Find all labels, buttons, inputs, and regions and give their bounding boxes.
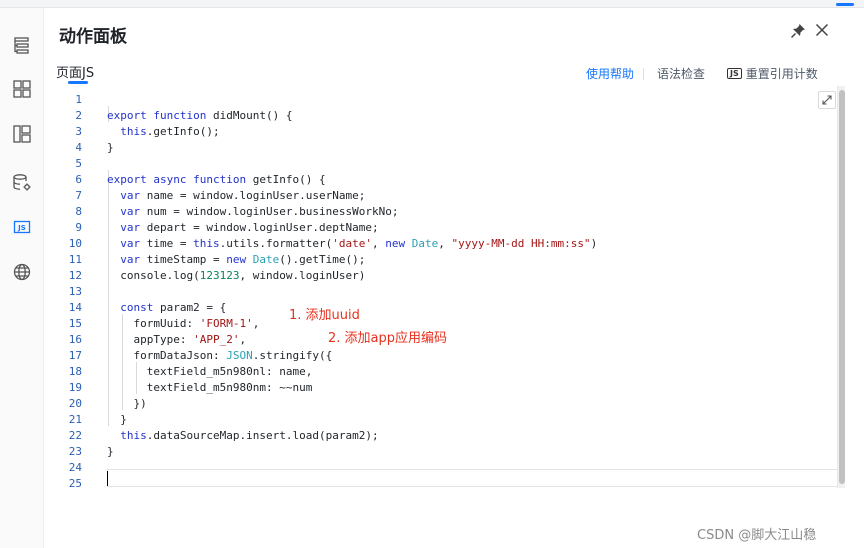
annotation-add-uuid: 1. 添加uuid: [289, 308, 360, 323]
sidebar-item-i18n[interactable]: [7, 257, 37, 287]
line-number: 20: [68, 397, 82, 410]
sidebar: JS: [0, 8, 44, 548]
line-number: 24: [68, 461, 82, 474]
code-line: formDataJson: JSON.stringify({: [133, 349, 333, 362]
annotation-add-app-code: 2. 添加app应用编码: [328, 331, 448, 346]
js-icon: JS: [13, 220, 31, 234]
text-cursor: [107, 471, 108, 486]
code-line: textField_m5n980nm: ~~num: [146, 381, 313, 394]
fullscreen-button[interactable]: [818, 91, 836, 109]
datasource-settings-icon: [13, 174, 31, 191]
tab-page-js[interactable]: 页面JS: [56, 62, 94, 81]
line-number: 5: [75, 157, 82, 170]
help-link[interactable]: 使用帮助: [586, 65, 634, 82]
code-line: var timeStamp = new Date().getTime();: [120, 253, 366, 266]
line-number: 3: [75, 125, 82, 138]
code-line: var name = window.loginUser.userName;: [120, 189, 366, 202]
code-line: export function didMount() {: [107, 109, 293, 122]
expand-icon: [822, 95, 832, 105]
line-number: 21: [68, 413, 82, 426]
line-number: 15: [68, 317, 82, 330]
line-number: 2: [75, 109, 82, 122]
code-line: var time = this.utils.formatter('date', …: [120, 237, 598, 250]
scrollbar-thumb[interactable]: [839, 90, 845, 484]
code-line: export async function getInfo() {: [107, 173, 326, 186]
pin-icon: [790, 24, 805, 39]
code-editor[interactable]: 1 2 3 4 5 6 7 8 9 10 11 12 13 14 15 16 17 18 19 20 21 22 23 24 2…: [60, 88, 844, 548]
panel-title: 动作面板: [59, 27, 127, 47]
line-number: 6: [75, 173, 82, 186]
code-line: }: [107, 445, 114, 458]
close-button[interactable]: [813, 21, 831, 39]
top-bar-accent: [836, 3, 854, 6]
code-line: formUuid: 'FORM-1',: [133, 317, 260, 330]
code-line: var num = window.loginUser.businessWorkN…: [120, 205, 399, 218]
js-badge-icon: JS: [727, 68, 742, 79]
code-line: const param2 = {: [120, 301, 227, 314]
sidebar-item-components[interactable]: [7, 74, 37, 104]
line-number: 7: [75, 189, 82, 202]
tab-active-indicator: [68, 81, 88, 84]
code-line: this.getInfo();: [120, 125, 220, 138]
syntax-check-button[interactable]: 语法检查: [657, 65, 705, 82]
watermark: CSDN @脚大江山稳: [697, 528, 817, 543]
line-number: 16: [68, 333, 82, 346]
line-number: 14: [68, 301, 82, 314]
layout-icon: [13, 125, 31, 143]
line-number: 25: [68, 477, 82, 490]
line-number: 1: [75, 93, 82, 106]
code-line: }): [107, 397, 147, 410]
code-line: textField_m5n980nl: name,: [146, 365, 313, 378]
code-line: var depart = window.loginUser.deptName;: [120, 221, 379, 234]
line-number: 23: [68, 445, 82, 458]
close-icon: [815, 23, 829, 37]
code-line: }: [107, 141, 114, 154]
pin-button[interactable]: [789, 22, 807, 40]
js-icon-label: JS: [17, 224, 26, 232]
action-panel: 动作面板 页面JS 使用帮助 语法检查 JS 重置引用计数 1234567891…: [45, 8, 864, 548]
code-line: }: [107, 413, 127, 426]
code-line: this.dataSourceMap.insert.load(param2);: [120, 429, 379, 442]
line-number: 9: [75, 221, 82, 234]
code-line: appType: 'APP_2',: [133, 333, 247, 346]
toolbar-divider: [643, 68, 644, 80]
line-number: 13: [68, 285, 82, 298]
line-number: 4: [75, 141, 82, 154]
current-line-highlight: [107, 469, 844, 487]
reset-ref-count-button[interactable]: JS 重置引用计数: [727, 65, 818, 82]
sidebar-item-datasource[interactable]: [7, 168, 37, 198]
top-bar: [0, 0, 864, 8]
line-number: 22: [68, 429, 82, 442]
line-number: 10: [68, 237, 82, 250]
line-number-gutter: 1 2 3 4 5 6 7 8 9 10 11 12 13 14 15 16 17 18 19 20 21 22 23 24 2…: [60, 88, 88, 548]
line-number: 18: [68, 365, 82, 378]
code-line: console.log(123123, window.loginUser): [120, 269, 366, 282]
components-grid-icon: [13, 80, 31, 98]
line-number: 17: [68, 349, 82, 362]
line-number: 19: [68, 381, 82, 394]
sidebar-item-outline[interactable]: [7, 30, 37, 60]
line-number: 11: [68, 253, 82, 266]
sidebar-item-layout[interactable]: [7, 119, 37, 149]
reset-ref-count-label: 重置引用计数: [745, 67, 818, 81]
globe-icon: [13, 263, 31, 281]
vertical-scrollbar[interactable]: [837, 86, 845, 488]
sidebar-item-js[interactable]: JS: [7, 212, 37, 242]
outline-tree-icon: [14, 37, 29, 54]
line-number: 8: [75, 205, 82, 218]
line-number: 12: [68, 269, 82, 282]
